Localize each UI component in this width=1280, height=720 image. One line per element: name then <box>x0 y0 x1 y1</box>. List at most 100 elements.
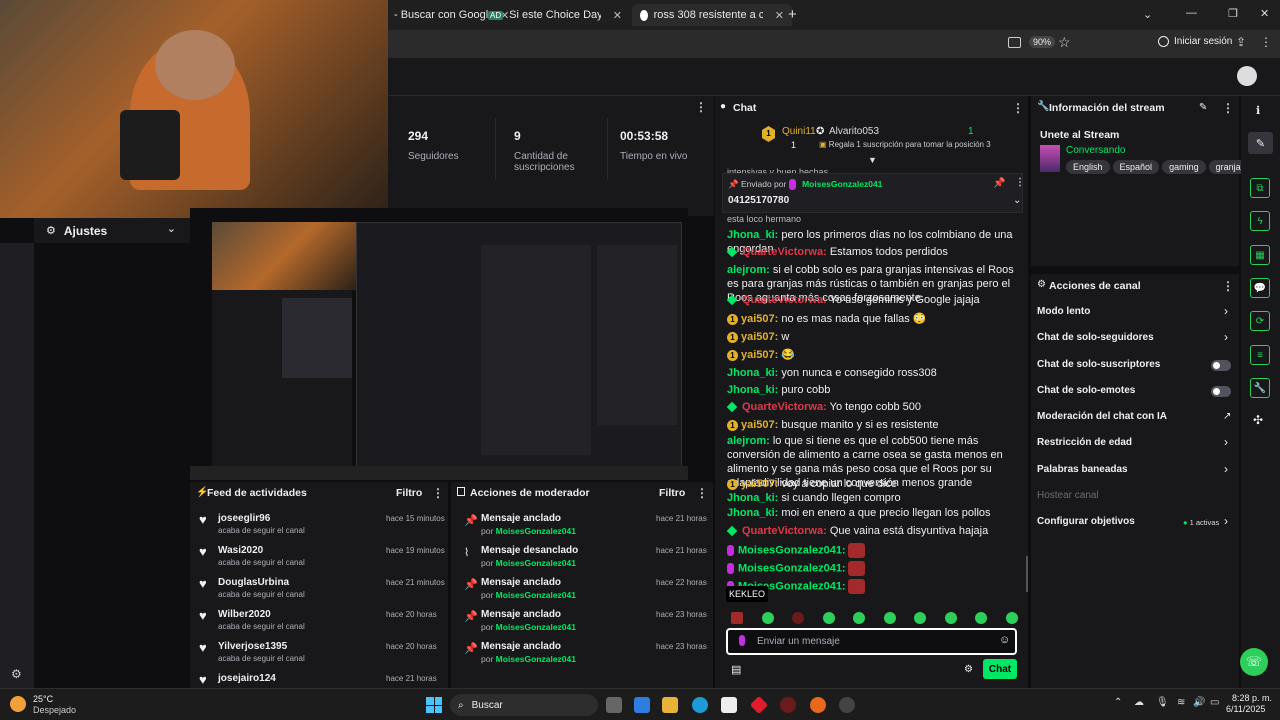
help-icon[interactable]: ☏ <box>1240 648 1268 676</box>
taskbar-search[interactable]: ⌕ Buscar <box>450 694 598 716</box>
chat-message[interactable]: Jhona_ki: si cuando llegen compro <box>727 491 1020 505</box>
settings-header[interactable]: ⚙ Ajustes ⌄ <box>34 218 190 243</box>
kebab-icon[interactable]: ⋮ <box>695 100 707 114</box>
chat-username[interactable]: Jhona_ki: <box>727 507 778 519</box>
chevron-down-icon[interactable]: ▼ <box>868 155 877 165</box>
kebab-icon[interactable]: ⋮ <box>1222 279 1234 293</box>
settings-gear-icon[interactable]: ⚙ <box>11 667 22 681</box>
microphone-icon[interactable]: 🎙 <box>1156 697 1169 708</box>
screenshot-icon[interactable] <box>1008 37 1021 48</box>
chat-message[interactable]: QuarteVictorwa: Yo tengo cobb 500 <box>726 400 1020 414</box>
mod-action-item[interactable]: 📌 Mensaje anclado hace 23 horas por MoisesG… <box>451 638 713 668</box>
channel-action-item[interactable]: Chat de solo-seguidores › <box>1031 329 1239 349</box>
kebab-icon[interactable]: ⋮ <box>696 486 708 500</box>
activity-user[interactable]: Yilverjose1395 <box>218 641 287 652</box>
chat-message[interactable]: QuarteVictorwa: Estamos todos perdidos <box>726 245 1020 259</box>
gifter-name[interactable]: Alvarito053 <box>829 126 879 137</box>
browser-tab-active[interactable]: ross 308 resistente a cambios cl ✕ <box>632 4 792 26</box>
close-icon[interactable]: ✕ <box>775 9 784 22</box>
chat-message[interactable]: MoisesGonzalez041: <box>727 561 1020 576</box>
windows-start-icon[interactable] <box>426 697 442 713</box>
volume-icon[interactable]: 🔊 <box>1193 697 1205 708</box>
chat-username[interactable]: yai507: <box>741 313 778 325</box>
chat-input[interactable]: Enviar un mensaje ☺ <box>726 628 1017 655</box>
clock-date[interactable]: 6/11/2025 <box>1226 704 1265 714</box>
chevron-down-icon[interactable]: ⌄ <box>1143 8 1152 21</box>
kebab-icon[interactable]: ⋮ <box>432 486 444 500</box>
emote-image[interactable] <box>847 579 865 594</box>
star-icon[interactable]: ☆ <box>1058 34 1071 51</box>
pinned-message[interactable]: 📌 Enviado por MoisesGonzalez041 📌 ⋮ 0412… <box>722 173 1025 213</box>
mod-by-user[interactable]: MoisesGonzalez041 <box>496 654 576 664</box>
emote-option[interactable] <box>975 612 987 624</box>
top-gifter-name[interactable]: Quini11 <box>782 126 816 137</box>
channel-action-item[interactable]: Modo lento › <box>1031 303 1239 323</box>
firefox-icon[interactable] <box>810 697 826 713</box>
emote-image[interactable] <box>847 561 865 576</box>
task-view-icon[interactable] <box>606 697 622 713</box>
clip-icon[interactable]: ⧉ <box>1250 178 1270 198</box>
chat-message[interactable]: 1 yai507: 😂 <box>727 348 1020 362</box>
category-name[interactable]: Conversando <box>1066 145 1125 156</box>
chat-scrollbar[interactable] <box>1026 556 1028 592</box>
chat-message[interactable]: QuarteVictorwa: Que vaina está disyuntiv… <box>726 524 1020 538</box>
avatar[interactable] <box>1237 66 1257 86</box>
close-icon[interactable]: ✕ <box>613 9 622 22</box>
chevron-up-icon[interactable]: ⌃ <box>1114 697 1122 708</box>
info-icon[interactable]: ℹ <box>1256 104 1260 117</box>
close-window-icon[interactable]: ✕ <box>1260 7 1269 20</box>
channel-action-item[interactable]: Moderación del chat con IA ↗ <box>1031 408 1239 428</box>
stack-icon[interactable]: ≡ <box>1250 345 1270 365</box>
chat-username[interactable]: yai507: <box>741 419 778 431</box>
channel-action-item[interactable]: Configurar objetivos › ● 1 activas <box>1031 513 1239 533</box>
chat-bubble-icon[interactable]: 💬 <box>1250 278 1270 298</box>
chat-message[interactable]: 1 yai507: voy a copiar lo que dice <box>727 477 1020 491</box>
stream-tag[interactable]: gaming <box>1162 160 1206 174</box>
mod-by-user[interactable]: MoisesGonzalez041 <box>496 558 576 568</box>
activity-filter-button[interactable]: Filtro <box>396 487 422 499</box>
chat-message[interactable]: 1 yai507: no es mas nada que fallas 😳 <box>727 312 1020 326</box>
chat-username[interactable]: QuarteVictorwa: <box>742 525 827 537</box>
toggle-switch[interactable] <box>1211 360 1231 371</box>
stream-tag[interactable]: Español <box>1112 160 1160 174</box>
send-chat-button[interactable]: Chat <box>983 659 1017 679</box>
stream-tag[interactable]: English <box>1066 160 1110 174</box>
chat-message[interactable]: Jhona_ki: moi en enero a que precio lleg… <box>727 506 1020 520</box>
unpin-icon[interactable]: 📌 <box>993 178 1005 189</box>
emoji-icon[interactable]: ☺ <box>999 634 1010 646</box>
chat-username[interactable]: QuarteVictorwa: <box>742 294 827 306</box>
weather-temp[interactable]: 25°C <box>33 694 53 704</box>
minimize-icon[interactable]: — <box>1186 7 1197 19</box>
maximize-icon[interactable]: ❐ <box>1228 7 1238 20</box>
file-explorer-icon[interactable] <box>662 697 678 713</box>
emote-option[interactable] <box>731 612 743 624</box>
emote-option[interactable] <box>761 612 774 624</box>
chat-username[interactable]: Jhona_ki: <box>727 367 778 379</box>
chat-username[interactable]: Jhona_ki: <box>727 492 778 504</box>
menu-icon[interactable]: ⋮ <box>1260 35 1272 49</box>
activity-item[interactable]: ♥ Yilverjose1395 hace 20 horas acaba de seg… <box>190 638 448 668</box>
wifi-icon[interactable]: ≋ <box>1177 697 1185 708</box>
activity-item[interactable]: ♥ Wasi2020 hace 19 minutos acaba de seguir … <box>190 542 448 572</box>
emote-option[interactable] <box>822 612 835 624</box>
chat-username[interactable]: QuarteVictorwa: <box>742 401 827 413</box>
chat-username[interactable]: yai507: <box>741 349 778 361</box>
activity-user[interactable]: Wasi2020 <box>218 545 263 556</box>
weather-desc[interactable]: Despejado <box>33 705 76 715</box>
chat-message[interactable]: MoisesGonzalez041: <box>727 543 1020 558</box>
app-red-icon[interactable] <box>749 695 769 715</box>
battery-icon[interactable]: ▭ <box>1210 697 1219 708</box>
signin-button[interactable]: Iniciar sesión <box>1158 36 1232 47</box>
mod-by-user[interactable]: MoisesGonzalez041 <box>496 526 576 536</box>
lightning-icon[interactable]: ϟ <box>1250 211 1270 231</box>
activity-user[interactable]: DouglasUrbina <box>218 577 289 588</box>
edit-icon[interactable]: ✎ <box>1199 102 1207 113</box>
channel-action-item[interactable]: Restricción de edad › <box>1031 434 1239 454</box>
activity-user[interactable]: Wilber2020 <box>218 609 271 620</box>
mod-action-item[interactable]: 📌 Mensaje anclado hace 22 horas por MoisesG… <box>451 574 713 604</box>
cloud-icon[interactable]: ☁ <box>1134 697 1144 708</box>
chat-message[interactable]: QuarteVictorwa: Yo uso geminis y Google … <box>726 293 1020 307</box>
edge-icon[interactable] <box>692 697 708 713</box>
emote-option[interactable] <box>792 612 804 624</box>
chat-message[interactable]: 1 yai507: busque manito y si es resistent… <box>727 418 1020 432</box>
